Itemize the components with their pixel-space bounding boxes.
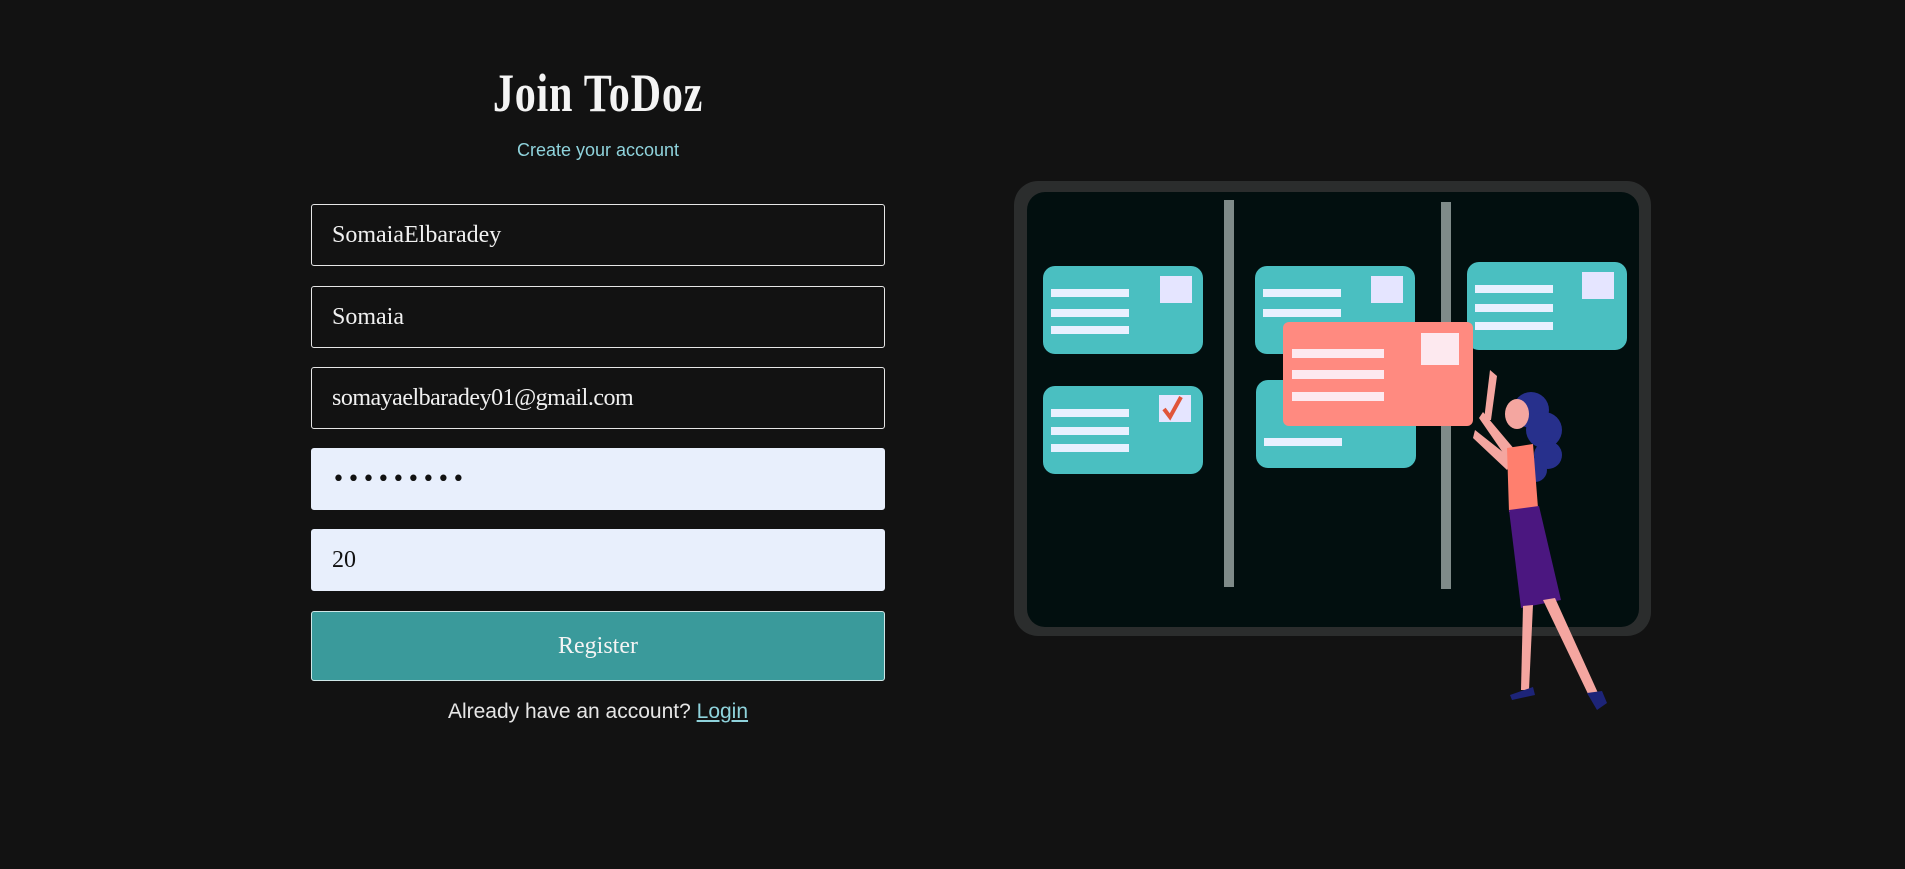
username-field[interactable] <box>311 204 885 266</box>
register-form: Join ToDoz Create your account Register … <box>311 58 885 723</box>
moving-task-card <box>1283 322 1473 426</box>
task-card-done <box>1043 386 1203 474</box>
name-field[interactable] <box>311 286 885 348</box>
login-prompt: Already have an account? Login <box>311 700 885 724</box>
page-subtitle: Create your account <box>516 140 680 160</box>
register-button[interactable]: Register <box>311 611 885 681</box>
age-field[interactable] <box>311 529 885 591</box>
email-field[interactable] <box>311 367 885 429</box>
board-divider <box>1224 200 1234 587</box>
page-title: Join ToDoz <box>492 63 704 123</box>
login-link[interactable]: Login <box>697 700 748 723</box>
password-field[interactable] <box>311 448 885 510</box>
task-card <box>1467 262 1627 350</box>
login-prompt-text: Already have an account? <box>447 700 691 723</box>
task-card <box>1043 266 1203 354</box>
kanban-board-woman-illustration <box>1014 181 1651 710</box>
